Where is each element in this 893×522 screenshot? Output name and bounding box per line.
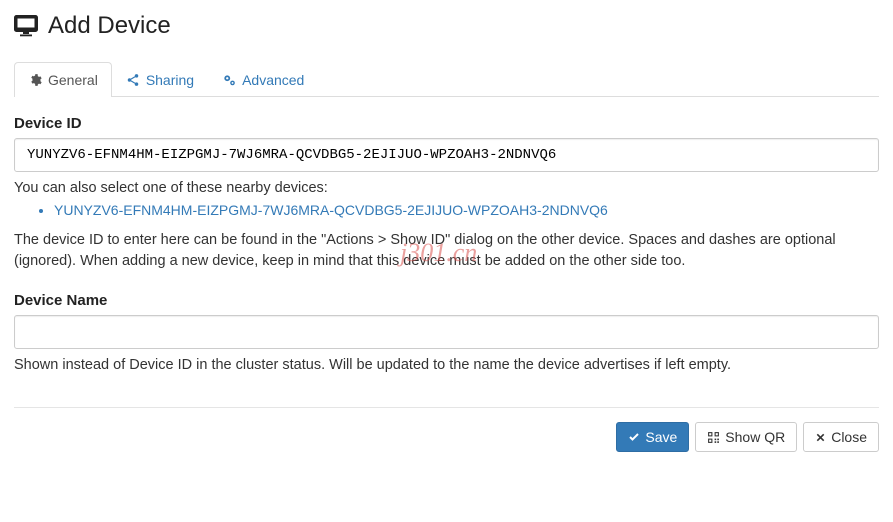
dialog-header: Add Device [14,12,879,40]
device-id-input[interactable] [14,138,879,172]
dialog-title: Add Device [48,12,171,40]
device-name-label: Device Name [14,292,879,309]
gear-icon [28,73,42,87]
device-id-label: Device ID [14,115,879,132]
nearby-device-link[interactable]: YUNYZV6-EFNM4HM-EIZPGMJ-7WJ6MRA-QCVDBG5-… [54,202,608,218]
device-id-group: Device ID You can also select one of the… [14,115,879,272]
show-qr-button-label: Show QR [725,429,785,445]
show-qr-button[interactable]: Show QR [695,422,797,452]
monitor-icon [14,15,38,37]
nearby-intro-text: You can also select one of these nearby … [14,180,879,196]
device-name-input[interactable] [14,315,879,349]
tab-bar: General Sharing Advanced [14,62,879,97]
tab-advanced[interactable]: Advanced [208,62,318,97]
cogs-icon [222,73,236,87]
tab-general-label: General [48,72,98,88]
check-icon [628,431,640,443]
qrcode-icon [707,431,720,444]
list-item: YUNYZV6-EFNM4HM-EIZPGMJ-7WJ6MRA-QCVDBG5-… [54,202,879,218]
save-button[interactable]: Save [616,422,689,452]
close-button-label: Close [831,429,867,445]
nearby-device-list: YUNYZV6-EFNM4HM-EIZPGMJ-7WJ6MRA-QCVDBG5-… [14,202,879,218]
share-icon [126,73,140,87]
device-name-group: Device Name Shown instead of Device ID i… [14,292,879,373]
device-name-help-text: Shown instead of Device ID in the cluste… [14,357,879,373]
device-id-help-text: The device ID to enter here can be found… [14,230,879,272]
tab-sharing-label: Sharing [146,72,194,88]
tab-advanced-label: Advanced [242,72,304,88]
close-button[interactable]: Close [803,422,879,452]
dialog-footer: Save Show QR Close [14,407,879,452]
tab-sharing[interactable]: Sharing [112,62,208,97]
close-icon [815,432,826,443]
save-button-label: Save [645,429,677,445]
tab-general[interactable]: General [14,62,112,97]
